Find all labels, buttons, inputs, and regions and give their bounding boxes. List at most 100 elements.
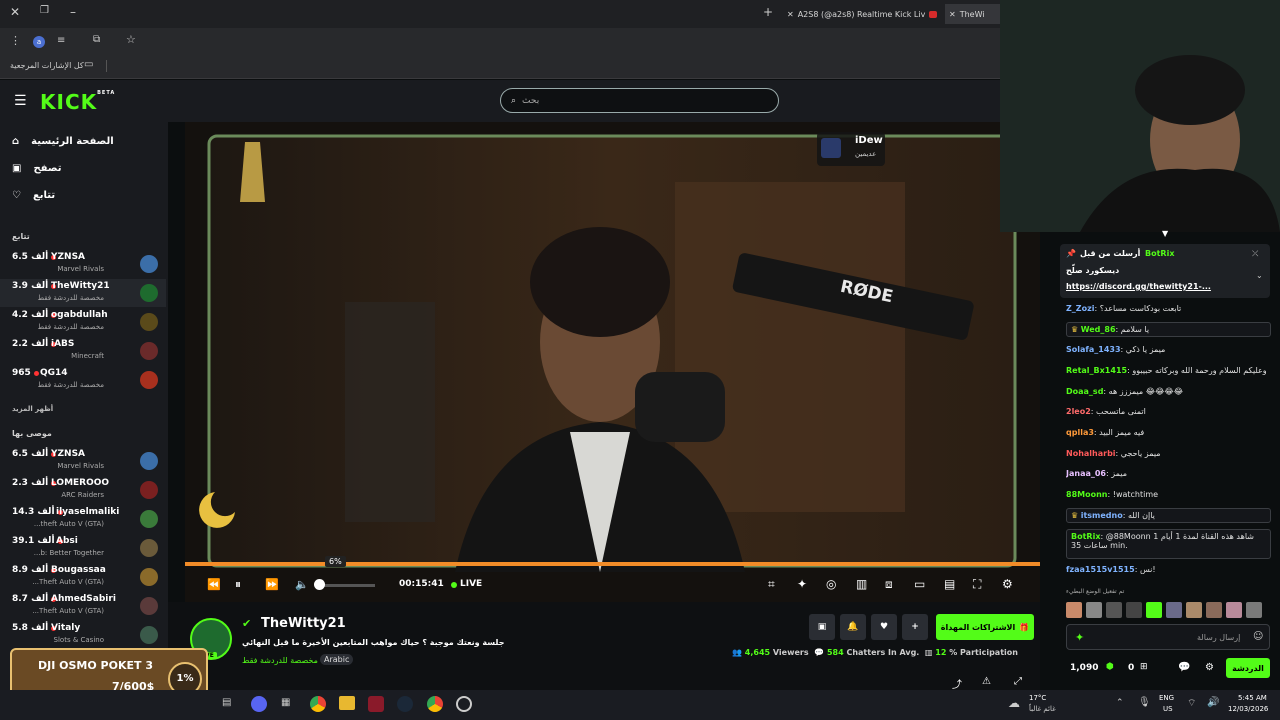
close-window-icon[interactable]: ✕ [10, 5, 20, 19]
channel-points[interactable]: 1,090 [1070, 663, 1098, 673]
volume-knob[interactable] [313, 579, 325, 590]
sidebar-channel[interactable]: 965 QG14 مخصصة للدردشة فقط [0, 366, 166, 394]
sidebar-channel[interactable]: 14.3 ألف ilyaselmaliki ...theft Auto V (… [0, 505, 166, 533]
pip-icon[interactable]: ⧈ [885, 577, 893, 592]
rewind-icon[interactable]: ⏪ [207, 578, 221, 591]
tray-chevron-icon[interactable]: ⌃ [1116, 698, 1124, 708]
stats-icon[interactable]: ▥ [856, 577, 867, 591]
discord-link[interactable]: https://discord.gg/thewitty21-... [1066, 282, 1211, 291]
sparkle-icon[interactable]: ✦ [797, 577, 807, 591]
chrome-icon[interactable] [310, 696, 326, 712]
hamburger-menu-icon[interactable]: ☰ [14, 93, 27, 109]
chat-bubble-icon[interactable]: 💬 [1178, 662, 1190, 673]
chat-input[interactable]: ✦ إرسال رسالة ☺ [1066, 624, 1270, 650]
tab-thewitty[interactable]: ✕ TheWi [945, 4, 1000, 24]
tab-a2s8[interactable]: ✕ A2S8 (@a2s8) Realtime Kick Liv [787, 4, 937, 24]
pinned-message[interactable]: 📌 أرسلت من قبل BotRix ⤫ ديسكورد صلّح ⌄ h… [1060, 244, 1270, 298]
emote-icon[interactable] [1246, 602, 1262, 618]
sparkle-icon[interactable]: ✦ [1075, 631, 1084, 644]
emote-icon[interactable] [1086, 602, 1102, 618]
nav-home[interactable]: ⌂ الصفحة الرئيسية [12, 136, 114, 147]
sidebar-channel[interactable]: 2.2 ألف iABS Minecraft [0, 337, 166, 365]
forward-icon[interactable]: ⏩ [265, 578, 279, 591]
follow-button[interactable]: ♥ [871, 614, 897, 640]
emote-icon[interactable] [1186, 602, 1202, 618]
clip-icon: ▣ [817, 622, 827, 632]
emote-icon[interactable] [1106, 602, 1122, 618]
close-tab-icon[interactable]: ✕ [949, 10, 956, 19]
steam-icon[interactable] [397, 696, 413, 712]
chevron-down-icon[interactable]: ▼ [1162, 229, 1168, 238]
nav-browse[interactable]: ▣ تصفح [12, 163, 61, 174]
clip-button[interactable]: ▣ [809, 614, 835, 640]
speaker-icon[interactable]: 🔊 [1207, 697, 1219, 708]
volume-icon[interactable]: 🔈 [295, 578, 309, 591]
microphone-icon[interactable]: 🎙 [1138, 697, 1151, 708]
kick-logo[interactable]: KICKBETA [40, 90, 115, 114]
share-icon[interactable]: ⤴ [952, 676, 962, 691]
captions-icon[interactable]: ▤ [944, 577, 955, 591]
close-tab-icon[interactable]: ✕ [787, 10, 794, 19]
sidebar-channel[interactable]: 6.5 ألف YZNSA Marvel Rivals [0, 447, 166, 475]
theater-icon[interactable]: ▭ [914, 577, 925, 591]
emote-icon[interactable] [1066, 602, 1082, 618]
chat-settings-icon[interactable]: ⚙ [1205, 662, 1214, 673]
stream-category[interactable]: مخصصة للدردشة فقط [242, 656, 318, 665]
all-bookmarks-label[interactable]: كل الإشارات المرجعية [10, 61, 84, 70]
add-button[interactable]: + [902, 614, 928, 640]
emote-icon[interactable] [1146, 602, 1162, 618]
menu-dots-icon[interactable]: ⋮ [10, 34, 21, 47]
adobe-icon[interactable] [368, 696, 384, 712]
minimize-window-icon[interactable]: – [70, 5, 76, 19]
sidebar-channel[interactable]: 8.9 ألف Bougassaa ...Theft Auto V (GTA) [0, 563, 166, 591]
sidebar-channel[interactable]: 2.3 ألف LOMEROOO ARC Raiders [0, 476, 166, 504]
clock-time[interactable]: 5:45 AM [1238, 694, 1267, 702]
unpin-icon[interactable]: ⤫ [1252, 249, 1258, 259]
emote-icon[interactable] [1226, 602, 1242, 618]
settings-gear-icon[interactable]: ⚙ [1002, 577, 1013, 591]
file-explorer-icon[interactable] [339, 696, 355, 710]
expand-chevron-icon[interactable]: ⌄ [1256, 271, 1263, 280]
report-icon[interactable]: ⚠ [982, 676, 991, 687]
send-chat-button[interactable]: الدردشة [1226, 658, 1270, 678]
taskbar-app-icon[interactable]: ▤ [222, 697, 231, 708]
search-input[interactable]: ⌕ بحث [500, 88, 779, 113]
new-tab-icon[interactable]: + [763, 5, 773, 19]
weather-temp[interactable]: 17°C [1029, 694, 1046, 702]
video-player[interactable]: iDew عديمين RØDE 6% ⏪ ⏸ ⏩ 🔈 00:15:41 LIV… [185, 122, 1040, 602]
sidebar-channel[interactable]: 6.5 ألف YZNSA Marvel Rivals [0, 250, 166, 278]
tab-search-icon[interactable]: ≡ [57, 35, 65, 46]
notification-button[interactable]: 🔔 [840, 614, 866, 640]
pause-icon[interactable]: ⏸ [235, 577, 241, 592]
profile-avatar[interactable]: a [33, 36, 45, 48]
taskbar-app-icon[interactable]: ▦ [281, 697, 290, 708]
sidebar-channel[interactable]: 5.8 ألف Vitaly Slots & Casino [0, 621, 166, 649]
sidebar-channel[interactable]: 39.1 ألف Absi ...b: Better Together [0, 534, 166, 562]
show-more-link[interactable]: أظهر المزيد [12, 405, 53, 413]
restore-window-icon[interactable]: ❐ [40, 5, 49, 16]
emote-icon[interactable] [1206, 602, 1222, 618]
input-language[interactable]: ENG [1159, 694, 1174, 702]
expand-icon[interactable]: ⤢ [1014, 676, 1022, 687]
progress-track[interactable] [185, 563, 1040, 566]
chrome-icon[interactable] [427, 696, 443, 712]
bookmark-star-icon[interactable]: ☆ [126, 33, 136, 46]
language-tag[interactable]: Arabic [320, 654, 354, 665]
emoji-icon[interactable]: ☺ [1253, 631, 1263, 642]
speed-icon[interactable]: ◎ [826, 577, 836, 591]
sidebar-channel-active[interactable]: 3.9 ألف TheWitty21 مخصصة للدردشة فقط [0, 279, 166, 307]
fullscreen-icon[interactable]: ⛶ [973, 577, 981, 592]
emote-icon[interactable] [1166, 602, 1182, 618]
emote-icon[interactable] [1126, 602, 1142, 618]
wifi-icon[interactable]: ⌔ [1187, 697, 1196, 710]
extensions-icon[interactable]: ⧉ [93, 34, 100, 45]
gift-count[interactable]: 0 [1128, 663, 1134, 673]
sidebar-channel[interactable]: 4.2 ألف ogabdullah مخصصة للدردشة فقط [0, 308, 166, 336]
discord-icon[interactable] [251, 696, 267, 712]
clip-icon[interactable]: ⌗ [768, 577, 775, 592]
sidebar-channel[interactable]: 8.7 ألف AhmedSabiri ...Theft Auto V (GTA… [0, 592, 166, 620]
channel-name[interactable]: TheWitty21 [261, 616, 346, 631]
nav-following[interactable]: ♡ تتابع [12, 190, 55, 201]
obs-icon[interactable] [456, 696, 472, 712]
gift-subs-button[interactable]: الاشتراكات المهداة 🎁 [936, 614, 1034, 640]
